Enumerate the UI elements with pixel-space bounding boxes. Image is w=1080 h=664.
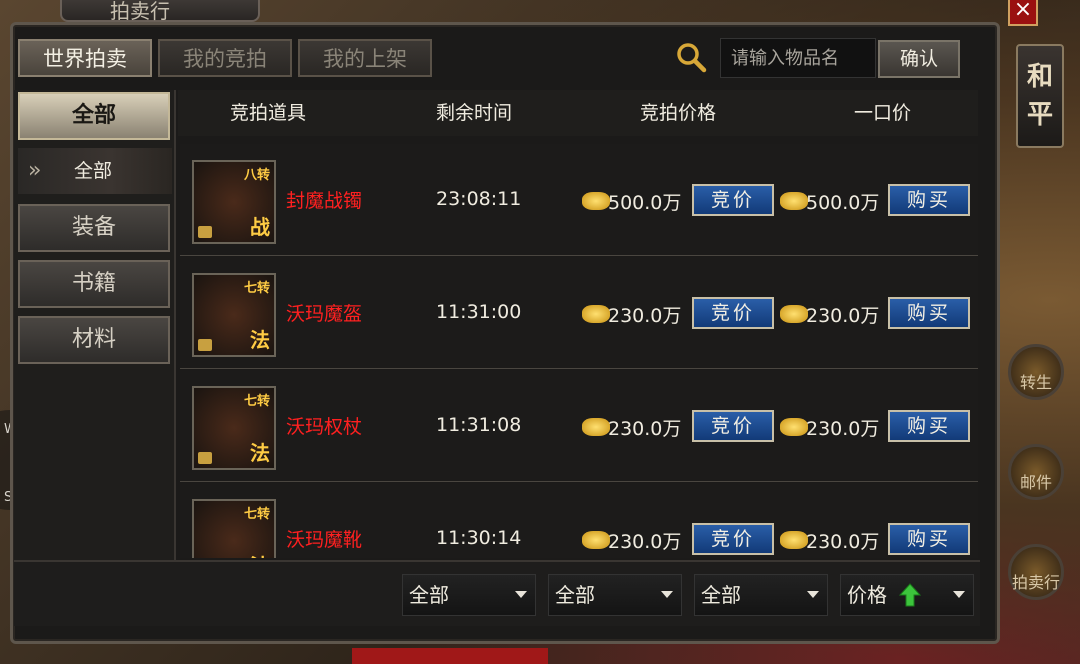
item-class: 法 bbox=[250, 441, 270, 465]
category-equipment[interactable]: 装备 bbox=[18, 204, 170, 252]
item-icon-helmet[interactable]: 七转 法 bbox=[192, 273, 276, 357]
double-chevron-right-icon: » bbox=[28, 158, 42, 183]
lock-icon bbox=[198, 339, 212, 351]
item-name: 沃玛魔靴 bbox=[286, 529, 363, 551]
gold-coin-icon bbox=[582, 192, 610, 210]
item-icon-scepter[interactable]: 七转 法 bbox=[192, 386, 276, 470]
dropdown-arrow-icon bbox=[807, 591, 819, 598]
mail-shortcut-label: 邮件 bbox=[1019, 473, 1052, 492]
search-input[interactable] bbox=[720, 38, 876, 78]
filter-dropdown-2[interactable]: 全部 bbox=[548, 574, 682, 616]
gold-coin-icon bbox=[582, 418, 610, 436]
header-item: 竞拍道具 bbox=[230, 102, 307, 124]
listing-row: 八转 战 封魔战镯 23:08:11 500.0万 竞价 500.0万 购买 bbox=[180, 144, 978, 256]
item-grade: 七转 bbox=[243, 394, 270, 409]
tab-world-auction[interactable]: 世界拍卖 bbox=[18, 39, 152, 77]
listing-list[interactable]: 八转 战 封魔战镯 23:08:11 500.0万 竞价 500.0万 购买 七… bbox=[180, 144, 978, 558]
remaining-time: 11:31:00 bbox=[436, 301, 522, 323]
item-name: 沃玛魔盔 bbox=[286, 303, 363, 325]
dropdown-arrow-icon bbox=[515, 591, 527, 598]
bid-button[interactable]: 竞价 bbox=[692, 410, 774, 442]
buy-button[interactable]: 购买 bbox=[888, 184, 970, 216]
mail-shortcut[interactable]: 邮件 bbox=[1008, 444, 1064, 500]
close-button[interactable]: × bbox=[1008, 0, 1038, 26]
search-icon[interactable] bbox=[674, 40, 708, 74]
subcategory-all[interactable]: » 全部 bbox=[18, 148, 172, 194]
item-name: 封魔战镯 bbox=[286, 190, 363, 212]
item-name: 沃玛权杖 bbox=[286, 416, 363, 438]
buyout-price: 500.0万 bbox=[806, 192, 880, 214]
filter-dropdown-3[interactable]: 全部 bbox=[694, 574, 828, 616]
tab-my-listings[interactable]: 我的上架 bbox=[298, 39, 432, 77]
remaining-time: 11:30:14 bbox=[436, 527, 522, 549]
buyout-price: 230.0万 bbox=[806, 531, 880, 553]
category-all[interactable]: 全部 bbox=[18, 92, 170, 140]
header-time: 剩余时间 bbox=[436, 102, 513, 124]
green-up-arrow-icon bbox=[899, 583, 921, 607]
filter-dropdown-1[interactable]: 全部 bbox=[402, 574, 536, 616]
gold-coin-icon bbox=[780, 192, 808, 210]
sort-dropdown[interactable]: 价格 bbox=[840, 574, 974, 616]
listing-row: 七转 法 沃玛魔靴 11:30:14 230.0万 竞价 230.0万 购买 bbox=[180, 483, 978, 558]
category-materials[interactable]: 材料 bbox=[18, 316, 170, 364]
item-class: 法 bbox=[250, 550, 270, 558]
gold-coin-icon bbox=[582, 305, 610, 323]
rebirth-shortcut[interactable]: 转生 bbox=[1008, 344, 1064, 400]
tab-bar: 世界拍卖 我的竞拍 我的上架 bbox=[18, 39, 432, 77]
remaining-time: 11:31:08 bbox=[436, 414, 522, 436]
auction-shortcut[interactable]: 拍卖行 bbox=[1008, 544, 1064, 600]
bid-price: 500.0万 bbox=[608, 192, 682, 214]
sort-value: 价格 bbox=[847, 583, 887, 607]
header-buyout-price: 一口价 bbox=[854, 102, 912, 124]
listing-header: 竞拍道具 剩余时间 竞拍价格 一口价 bbox=[178, 90, 978, 136]
bid-price: 230.0万 bbox=[608, 305, 682, 327]
category-panel: 全部 » 全部 装备 书籍 材料 bbox=[14, 90, 176, 560]
subcategory-all-label: 全部 bbox=[74, 160, 113, 182]
remaining-time: 23:08:11 bbox=[436, 188, 522, 210]
filter-value: 全部 bbox=[409, 583, 449, 607]
item-icon-bracelet[interactable]: 八转 战 bbox=[192, 160, 276, 244]
header-bid-price: 竞拍价格 bbox=[640, 102, 717, 124]
peace-mode-button[interactable]: 和平 bbox=[1016, 44, 1064, 148]
dropdown-arrow-icon bbox=[661, 591, 673, 598]
auction-shortcut-label: 拍卖行 bbox=[1011, 573, 1060, 592]
gold-coin-icon bbox=[582, 531, 610, 549]
filter-bar: 全部 全部 全部 价格 bbox=[14, 560, 980, 626]
item-class: 战 bbox=[250, 215, 270, 239]
buyout-price: 230.0万 bbox=[806, 305, 880, 327]
bid-price: 230.0万 bbox=[608, 418, 682, 440]
window-title: 拍卖行 bbox=[60, 0, 260, 23]
bid-button[interactable]: 竞价 bbox=[692, 184, 774, 216]
bid-button[interactable]: 竞价 bbox=[692, 523, 774, 555]
dropdown-arrow-icon bbox=[953, 591, 965, 598]
buy-button[interactable]: 购买 bbox=[888, 297, 970, 329]
lock-icon bbox=[198, 226, 212, 238]
item-icon-boots[interactable]: 七转 法 bbox=[192, 499, 276, 558]
item-grade: 七转 bbox=[243, 281, 270, 296]
filter-value: 全部 bbox=[555, 583, 595, 607]
buyout-price: 230.0万 bbox=[806, 418, 880, 440]
item-class: 法 bbox=[250, 328, 270, 352]
bottom-notification-strip bbox=[352, 648, 548, 664]
filter-value: 全部 bbox=[701, 583, 741, 607]
item-grade: 七转 bbox=[243, 507, 270, 522]
bid-price: 230.0万 bbox=[608, 531, 682, 553]
listing-row: 七转 法 沃玛魔盔 11:31:00 230.0万 竞价 230.0万 购买 bbox=[180, 257, 978, 369]
bid-button[interactable]: 竞价 bbox=[692, 297, 774, 329]
gold-coin-icon bbox=[780, 305, 808, 323]
buy-button[interactable]: 购买 bbox=[888, 410, 970, 442]
buy-button[interactable]: 购买 bbox=[888, 523, 970, 555]
confirm-button[interactable]: 确认 bbox=[878, 40, 960, 78]
gold-coin-icon bbox=[780, 531, 808, 549]
item-grade: 八转 bbox=[243, 168, 270, 183]
tab-my-bids[interactable]: 我的竞拍 bbox=[158, 39, 292, 77]
rebirth-shortcut-label: 转生 bbox=[1019, 373, 1052, 392]
category-books[interactable]: 书籍 bbox=[18, 260, 170, 308]
gold-coin-icon bbox=[780, 418, 808, 436]
listing-row: 七转 法 沃玛权杖 11:31:08 230.0万 竞价 230.0万 购买 bbox=[180, 370, 978, 482]
lock-icon bbox=[198, 452, 212, 464]
